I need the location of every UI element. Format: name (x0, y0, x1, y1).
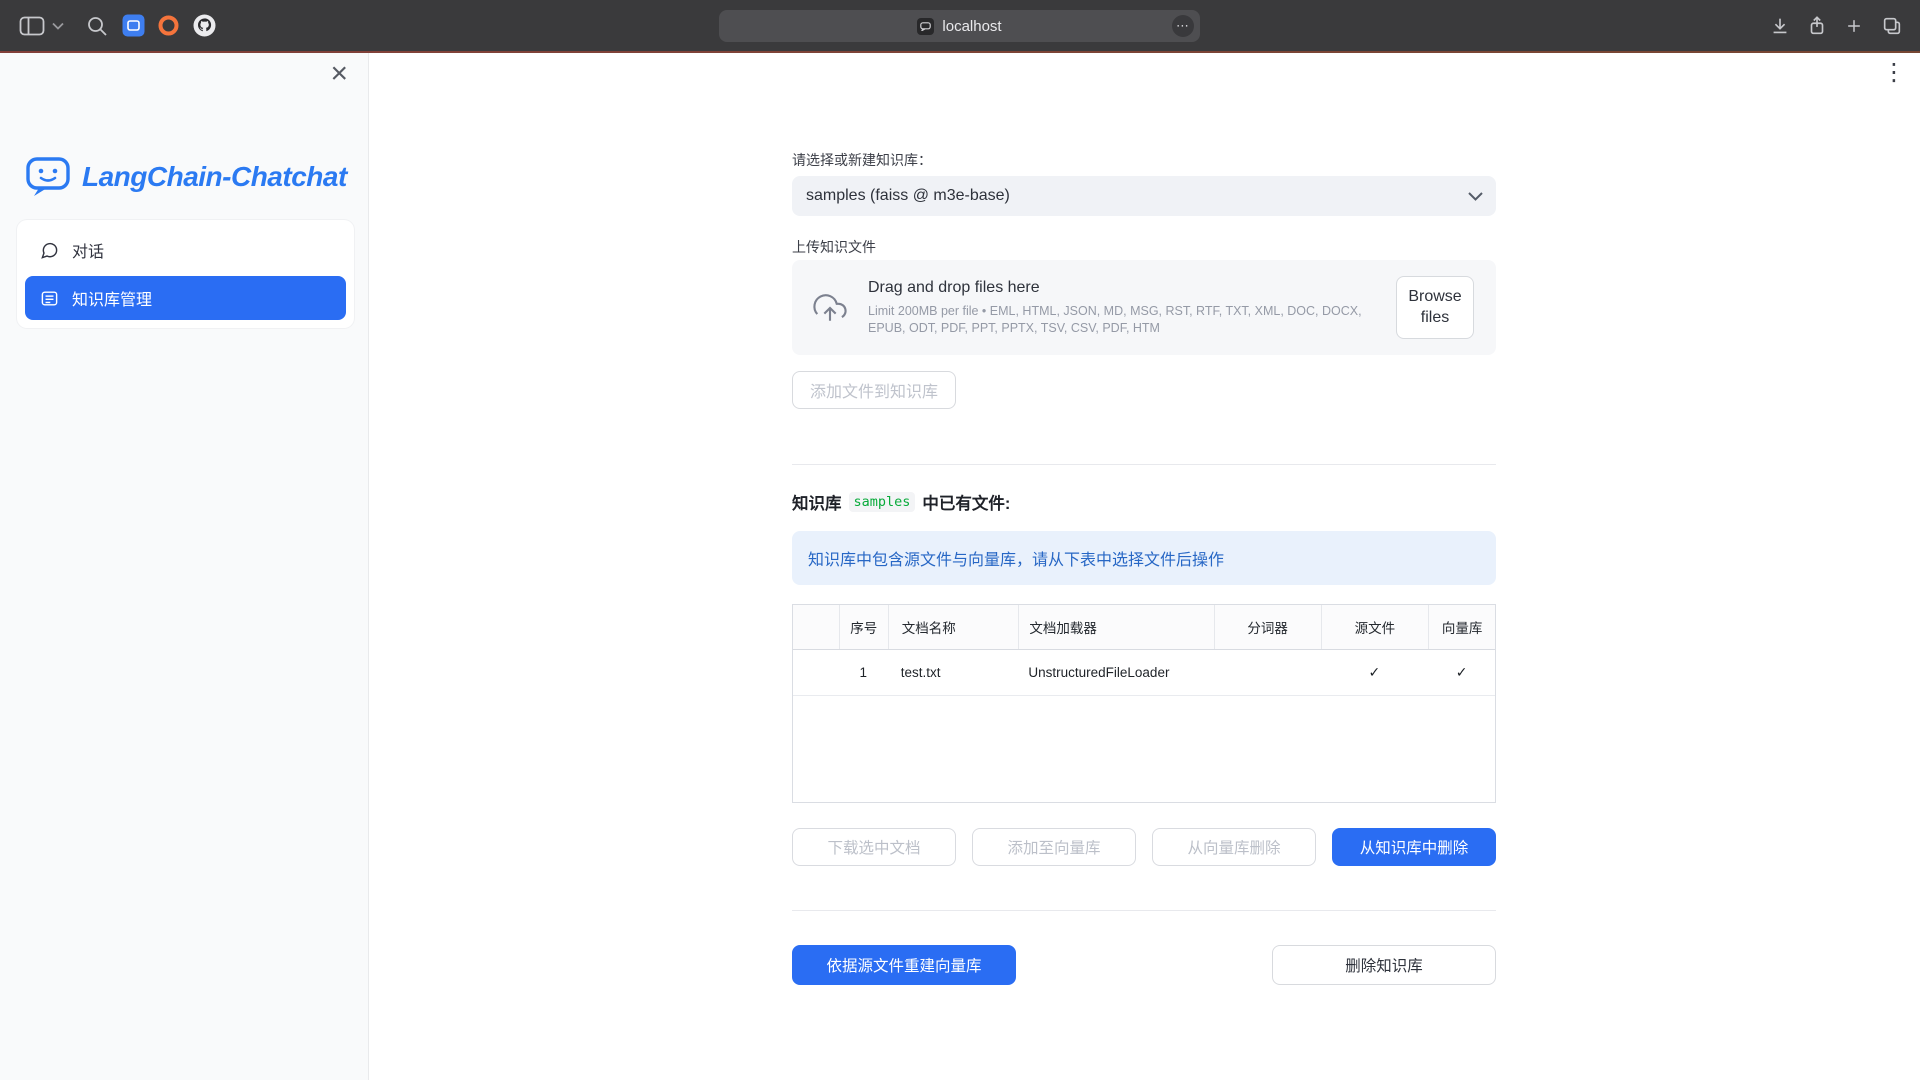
page-options-icon[interactable]: ⋯ (1172, 15, 1194, 37)
files-heading-suffix: 中已有文件: (922, 490, 1010, 514)
kebab-menu-icon[interactable]: ⋮ (1882, 61, 1906, 85)
share-icon[interactable] (1806, 0, 1828, 51)
delete-from-kb-button[interactable]: 从知识库中删除 (1332, 828, 1496, 866)
dropzone-limit: Limit 200MB per file • EML, HTML, JSON, … (868, 303, 1379, 337)
file-dropzone[interactable]: Drag and drop files here Limit 200MB per… (792, 260, 1496, 355)
chat-icon (40, 241, 59, 260)
files-table: 序号 文档名称 文档加载器 分词器 源文件 向量库 1 test.txt Uns… (792, 604, 1496, 803)
main-area: ⋮ 请选择或新建知识库： samples (faiss @ m3e-base) … (369, 53, 1920, 1080)
info-banner: 知识库中包含源文件与向量库，请从下表中选择文件后操作 (792, 531, 1496, 585)
table-cell-index (793, 650, 839, 695)
files-heading: 知识库 samples 中已有文件: (792, 490, 1010, 514)
check-icon: ✓ (1321, 650, 1429, 695)
dropzone-text: Drag and drop files here Limit 200MB per… (868, 279, 1379, 337)
remove-from-vector-button[interactable]: 从向量库删除 (1152, 828, 1316, 866)
add-files-to-kb-button[interactable]: 添加文件到知识库 (792, 371, 956, 409)
search-icon[interactable] (86, 0, 108, 51)
files-heading-prefix: 知识库 (792, 490, 842, 514)
sidebar: × LangChain-Chatchat 对话 知识库管理 (0, 53, 369, 1080)
logo-chat-icon (25, 155, 71, 199)
table-header-row: 序号 文档名称 文档加载器 分词器 源文件 向量库 (793, 605, 1495, 650)
table-header-loader: 文档加载器 (1018, 605, 1213, 649)
download-selected-button[interactable]: 下载选中文档 (792, 828, 956, 866)
app-logo: LangChain-Chatchat (25, 155, 347, 199)
pinned-app-blue-icon[interactable] (122, 0, 145, 51)
check-icon: ✓ (1428, 650, 1495, 695)
sidebar-item-kb-management[interactable]: 知识库管理 (25, 276, 346, 320)
github-icon[interactable] (192, 0, 217, 51)
table-cell-seq: 1 (839, 650, 888, 695)
table-cell-loader: UnstructuredFileLoader (1018, 650, 1213, 695)
sidebar-toggle-icon[interactable] (19, 0, 45, 51)
kb-select[interactable]: samples (faiss @ m3e-base) (792, 176, 1496, 216)
rebuild-vector-button[interactable]: 依据源文件重建向量库 (792, 945, 1016, 985)
kb-name-code: samples (849, 492, 916, 512)
file-actions-row: 下载选中文档 添加至向量库 从向量库删除 从知识库中删除 (792, 828, 1496, 866)
kb-actions-row: 依据源文件重建向量库 删除知识库 (792, 945, 1496, 985)
delete-kb-button[interactable]: 删除知识库 (1272, 945, 1496, 985)
table-header-splitter: 分词器 (1214, 605, 1321, 649)
table-header-docname: 文档名称 (888, 605, 1019, 649)
site-favicon (917, 18, 934, 35)
kb-list-icon (40, 289, 59, 308)
downloads-icon[interactable] (1769, 0, 1791, 51)
cloud-upload-icon (809, 291, 851, 325)
browser-toolbar: localhost ⋯ (0, 0, 1920, 51)
sidebar-item-label: 对话 (72, 238, 104, 262)
table-header-seq: 序号 (839, 605, 888, 649)
kb-select-label: 请选择或新建知识库： (792, 150, 932, 170)
address-bar[interactable]: localhost ⋯ (719, 10, 1200, 42)
table-row[interactable]: 1 test.txt UnstructuredFileLoader ✓ ✓ (793, 650, 1495, 696)
new-tab-icon[interactable] (1844, 0, 1864, 51)
pinned-app-orange-icon[interactable] (157, 0, 180, 51)
add-to-vector-button[interactable]: 添加至向量库 (972, 828, 1136, 866)
chevron-down-icon[interactable] (52, 0, 64, 51)
chevron-down-icon (1468, 192, 1483, 201)
url-text: localhost (942, 18, 1001, 35)
sidebar-menu: 对话 知识库管理 (17, 220, 354, 328)
sidebar-item-label: 知识库管理 (72, 286, 152, 310)
content-column: 请选择或新建知识库： samples (faiss @ m3e-base) 上传… (792, 53, 1496, 1080)
table-cell-docname: test.txt (888, 650, 1019, 695)
table-header-index (793, 605, 839, 649)
logo-text: LangChain-Chatchat (82, 161, 347, 193)
info-banner-text: 知识库中包含源文件与向量库，请从下表中选择文件后操作 (808, 546, 1224, 570)
dropzone-title: Drag and drop files here (868, 279, 1379, 297)
table-header-vectorstore: 向量库 (1428, 605, 1495, 649)
kb-select-value: samples (faiss @ m3e-base) (806, 187, 1010, 205)
close-icon[interactable]: × (330, 59, 348, 89)
table-header-sourcefile: 源文件 (1321, 605, 1429, 649)
divider (792, 910, 1496, 911)
tab-overview-icon[interactable] (1881, 0, 1903, 51)
divider (792, 464, 1496, 465)
table-cell-splitter (1214, 650, 1321, 695)
upload-label: 上传知识文件 (792, 237, 876, 257)
browse-files-button[interactable]: Browse files (1396, 276, 1474, 339)
sidebar-item-chat[interactable]: 对话 (25, 228, 346, 272)
